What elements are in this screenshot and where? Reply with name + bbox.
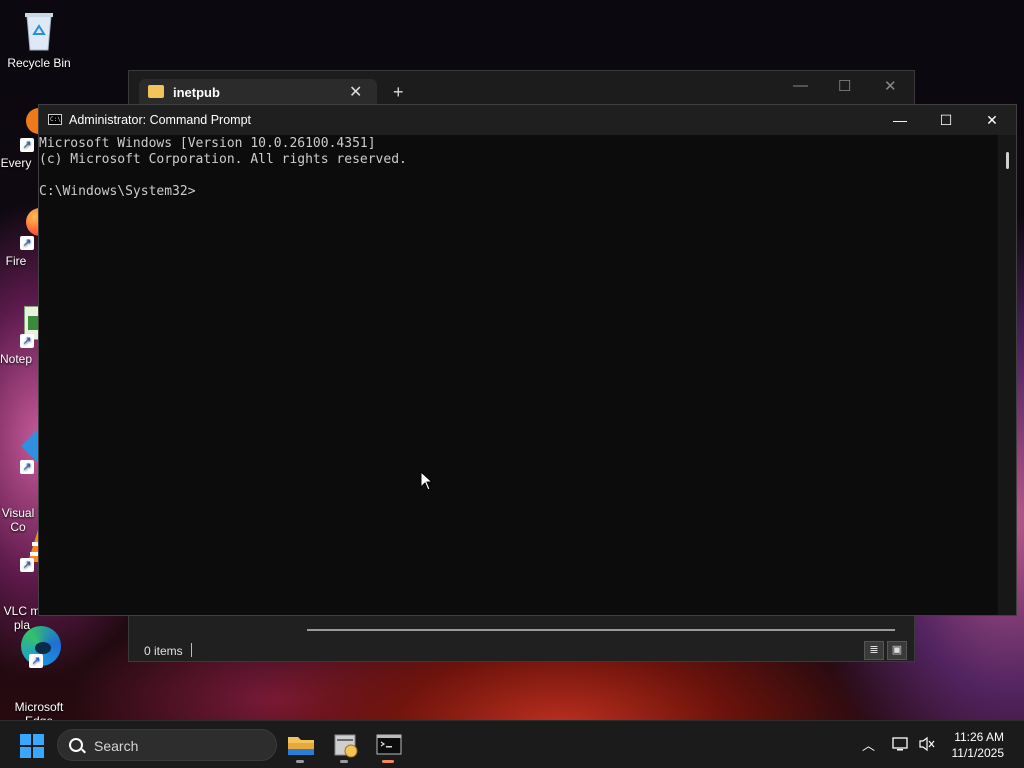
details-view-icon: ≣ bbox=[869, 644, 879, 656]
explorer-minimize-button[interactable]: — bbox=[793, 77, 808, 94]
cmd-title-bar[interactable]: C:\ Administrator: Command Prompt — ☐ ✕ bbox=[39, 105, 1016, 135]
taskbar-search-box[interactable]: Search bbox=[57, 729, 277, 761]
windows-logo-icon bbox=[20, 734, 31, 745]
explorer-tab-inetpub[interactable]: inetpub ✕ bbox=[139, 79, 377, 105]
shortcut-arrow-icon: ↗ bbox=[20, 460, 34, 474]
explorer-tab-label: inetpub bbox=[173, 85, 220, 100]
volume-muted-icon[interactable] bbox=[918, 736, 936, 752]
start-button[interactable] bbox=[20, 734, 44, 758]
explorer-maximize-button[interactable]: ☐ bbox=[838, 77, 851, 95]
mouse-cursor-icon bbox=[420, 471, 434, 491]
cmd-console-output[interactable]: Microsoft Windows [Version 10.0.26100.43… bbox=[39, 135, 998, 615]
console-line: Microsoft Windows [Version 10.0.26100.43… bbox=[39, 136, 376, 151]
large-icons-view-button[interactable]: ▣ bbox=[887, 641, 907, 660]
edge-icon: ↗ bbox=[17, 624, 61, 668]
preview-view-icon: ▣ bbox=[891, 644, 903, 656]
system-clock[interactable]: 11:26 AM 11/1/2025 bbox=[952, 729, 1005, 761]
scrollbar-thumb[interactable] bbox=[1006, 152, 1009, 169]
maximize-icon: ☐ bbox=[939, 112, 953, 128]
show-hidden-icons-chevron-icon[interactable]: ︿ bbox=[862, 735, 875, 754]
taskbar-command-prompt[interactable] bbox=[371, 727, 407, 763]
search-label: Search bbox=[94, 738, 139, 754]
explorer-close-button[interactable]: ✕ bbox=[884, 77, 897, 95]
shortcut-arrow-icon: ↗ bbox=[20, 236, 34, 250]
file-explorer-icon bbox=[288, 737, 314, 755]
explorer-status-text: 0 items bbox=[144, 644, 183, 658]
cmd-close-button[interactable]: ✕ bbox=[969, 105, 1015, 135]
shortcut-arrow-icon: ↗ bbox=[20, 334, 34, 348]
command-prompt-icon bbox=[376, 734, 402, 755]
desktop-icon-label: Recycle Bin bbox=[7, 56, 71, 70]
explorer-horizontal-scrollbar[interactable] bbox=[307, 629, 895, 631]
recycle-bin-icon bbox=[17, 8, 61, 52]
cmd-app-icon: C:\ bbox=[48, 114, 62, 125]
network-icon[interactable] bbox=[892, 736, 910, 752]
folder-icon bbox=[148, 85, 164, 98]
shortcut-arrow-icon: ↗ bbox=[20, 138, 34, 152]
tab-close-icon[interactable]: ✕ bbox=[349, 82, 362, 102]
minimize-icon: — bbox=[893, 112, 907, 128]
new-tab-button[interactable]: + bbox=[393, 83, 404, 101]
details-view-button[interactable]: ≣ bbox=[864, 641, 884, 660]
close-icon: ✕ bbox=[986, 112, 998, 128]
search-icon bbox=[69, 738, 83, 752]
taskbar-file-explorer[interactable] bbox=[283, 727, 319, 763]
taskbar-control-panel[interactable] bbox=[327, 727, 363, 763]
command-prompt-window[interactable]: C:\ Administrator: Command Prompt — ☐ ✕ … bbox=[38, 104, 1017, 616]
cmd-maximize-button[interactable]: ☐ bbox=[923, 105, 969, 135]
status-divider bbox=[191, 643, 192, 657]
clock-time: 11:26 AM bbox=[954, 730, 1004, 744]
control-panel-icon bbox=[334, 734, 358, 758]
cmd-minimize-button[interactable]: — bbox=[877, 105, 923, 135]
console-line: (c) Microsoft Corporation. All rights re… bbox=[39, 152, 407, 167]
running-indicator bbox=[340, 760, 348, 763]
active-indicator bbox=[382, 760, 394, 763]
taskbar: Search ︿ 11:26 AM 11/1/2025 bbox=[0, 720, 1024, 768]
clock-date: 11/1/2025 bbox=[951, 746, 1005, 760]
shortcut-arrow-icon: ↗ bbox=[20, 558, 34, 572]
console-prompt-line[interactable]: C:\Windows\System32> bbox=[39, 184, 998, 200]
explorer-tab-bar: inetpub ✕ + — ☐ ✕ bbox=[129, 71, 914, 105]
running-indicator bbox=[296, 760, 304, 763]
cmd-vertical-scrollbar[interactable] bbox=[998, 135, 1016, 615]
cmd-window-title: Administrator: Command Prompt bbox=[69, 113, 252, 127]
shortcut-arrow-icon: ↗ bbox=[29, 654, 43, 668]
desktop-icon-recycle-bin[interactable]: Recycle Bin bbox=[0, 8, 78, 70]
